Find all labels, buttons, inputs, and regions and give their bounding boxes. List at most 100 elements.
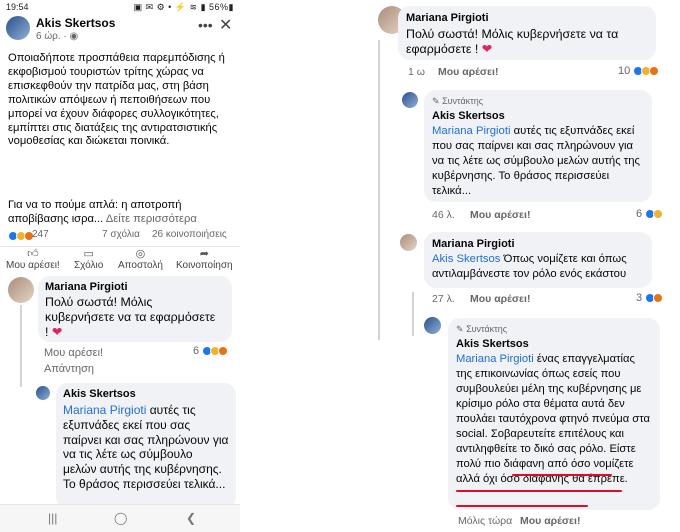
comment-button-label: Σχόλιο	[74, 260, 104, 271]
heart-icon: ❤	[481, 42, 493, 56]
author-badge: ✎ Συντάκτης	[456, 324, 652, 335]
mention-link[interactable]: Akis Skertsos	[432, 253, 500, 265]
reply-author[interactable]: Akis Skertsos	[432, 110, 644, 122]
comment-reaction-count[interactable]: 6	[193, 345, 229, 357]
comment-icon: ▭	[83, 248, 94, 260]
avatar[interactable]	[6, 16, 30, 40]
reply-text: Mariana Pirgioti αυτές τις εξυπνάδες εκε…	[432, 124, 644, 199]
comment-reaction-count-value: 10	[618, 65, 631, 77]
comment-text: Πολύ σωστά! Μόλις κυβερνήσετε να τα εφαρ…	[45, 295, 221, 339]
post-more-text: Για να το πούμε απλά: η αποτροπή αποβίβα…	[8, 198, 238, 226]
status-bar: 19:54 ▣ ✉ ⚙ • ⚡ ≋ ▮ 56%▮	[0, 0, 240, 14]
like-link-label: Μου αρέσει!	[470, 209, 531, 221]
angry-reaction-icon	[653, 293, 664, 304]
comment-reaction-count[interactable]: 10	[618, 65, 660, 77]
like-button[interactable]: 👍︎ Μου αρέσει!	[6, 248, 60, 272]
reply-text-body: ένας επαγγελματίας της επικοινωνίας όπως…	[456, 353, 650, 485]
comment-time: Μόλις τώρα	[458, 515, 513, 527]
home-icon[interactable]: ◯	[114, 511, 127, 525]
shares-count[interactable]: 26 κοινοποιήσεις	[152, 229, 227, 240]
send-button-label: Αποστολή	[118, 260, 163, 271]
angry-reaction-icon	[218, 346, 229, 357]
share-icon: ➦	[199, 248, 209, 260]
comment-reaction-count[interactable]: 6	[636, 208, 664, 220]
globe-icon: ◉	[69, 31, 79, 42]
highlight-underline	[512, 474, 612, 477]
comment-author[interactable]: Mariana Pirgioti	[406, 12, 648, 24]
avatar[interactable]	[400, 234, 417, 251]
highlight-underline	[456, 490, 622, 493]
like-link[interactable]: Μου αρέσει!	[438, 66, 498, 78]
pencil-icon: ✎	[432, 96, 440, 106]
comments-count[interactable]: 7 σχόλια	[102, 229, 140, 240]
reactions-count[interactable]: 247	[32, 229, 49, 240]
like-link[interactable]: Μου αρέσει!	[470, 293, 530, 305]
reaction-icons[interactable]	[8, 231, 34, 242]
post-time: 6 ώρ. · ◉	[36, 31, 78, 42]
comment-text-body: Πολύ σωστά! Μόλις κυβερνήσετε να τα εφαρ…	[45, 295, 216, 339]
like-link-label: Μου αρέσει!	[438, 66, 499, 78]
send-button[interactable]: ◎ Αποστολή	[118, 248, 163, 272]
like-link-label: Μου αρέσει!	[520, 515, 581, 527]
post-author[interactable]: Akis Skertsos	[36, 16, 115, 30]
heart-icon: ❤	[51, 324, 63, 339]
android-nav-bar: ||| ◯ ❮	[0, 504, 240, 532]
share-button-label: Κοινοποίηση	[176, 260, 233, 271]
like-link[interactable]: Μου αρέσει!	[520, 515, 580, 527]
post-body: Οποιαδήποτε προσπάθεια παρεμπόδισης ή εκ…	[8, 52, 225, 148]
reply-link[interactable]: Απάντηση	[44, 363, 94, 375]
post-header: Akis Skertsos 6 ώρ. · ◉ ••• ✕	[0, 14, 240, 42]
reply-bubble: Mariana Pirgioti Akis Skertsos Όπως νομί…	[424, 232, 652, 288]
action-bar: 👍︎ Μου αρέσει! ▭ Σχόλιο ◎ Αποστολή ➦ Κοι…	[0, 246, 240, 272]
comment-bubble: Mariana Pirgioti Πολύ σωστά! Μόλις κυβερ…	[398, 6, 656, 60]
like-link[interactable]: Μου αρέσει!	[44, 347, 103, 359]
comment-time: 46 λ.	[432, 209, 455, 221]
close-icon[interactable]: ✕	[219, 15, 232, 35]
author-badge: ✎ Συντάκτης	[432, 96, 644, 107]
mention-link[interactable]: Mariana Pirgioti	[432, 125, 510, 137]
status-time: 19:54	[6, 2, 29, 12]
avatar[interactable]	[402, 92, 418, 108]
reply-bubble: ✎ Συντάκτης Akis Skertsos Mariana Pirgio…	[424, 90, 652, 202]
more-options-icon[interactable]: •••	[198, 17, 213, 33]
avatar[interactable]	[36, 386, 50, 400]
like-link[interactable]: Μου αρέσει!	[470, 209, 530, 221]
author-badge-label: Συντάκτης	[466, 324, 508, 334]
post-time-label: 6 ώρ. ·	[36, 31, 70, 42]
reply-author[interactable]: Akis Skertsos	[456, 338, 652, 350]
share-button[interactable]: ➦ Κοινοποίηση	[176, 248, 233, 272]
comment-reaction-count-value: 6	[193, 345, 200, 357]
thread-line	[412, 292, 414, 336]
mention-link[interactable]: Mariana Pirgioti	[63, 403, 146, 417]
reply-author[interactable]: Akis Skertsos	[63, 388, 229, 400]
comment-time: 1 ω	[408, 66, 425, 78]
avatar[interactable]	[424, 317, 441, 334]
reply-bubble: ✎ Συντάκτης Akis Skertsos Mariana Pirgio…	[448, 318, 660, 510]
angry-reaction-icon	[649, 66, 660, 77]
reactions-row: 247 7 σχόλια 26 κοινοποιήσεις	[6, 228, 238, 244]
see-more-link[interactable]: Δείτε περισσότερα	[103, 213, 197, 225]
reply-bubble: Akis Skertsos Mariana Pirgioti αυτές τις…	[56, 383, 236, 509]
pencil-icon: ✎	[456, 324, 464, 334]
avatar[interactable]	[8, 277, 34, 303]
recent-apps-icon[interactable]: |||	[48, 511, 57, 525]
reply-author[interactable]: Mariana Pirgioti	[432, 238, 644, 250]
comment-time: 27 λ.	[432, 293, 455, 305]
back-icon[interactable]: ❮	[186, 511, 196, 525]
messenger-icon: ◎	[135, 248, 146, 260]
comment-bubble: Mariana Pirgioti Πολύ σωστά! Μόλις κυβερ…	[38, 276, 232, 342]
mention-link[interactable]: Mariana Pirgioti	[456, 353, 534, 365]
comment-reaction-count-value: 6	[636, 208, 643, 220]
comment-text: Πολύ σωστά! Μόλις κυβερνήσετε να τα εφαρ…	[406, 27, 648, 57]
comment-button[interactable]: ▭ Σχόλιο	[74, 248, 104, 272]
comment-reaction-count-value: 3	[636, 292, 643, 304]
like-button-label: Μου αρέσει!	[6, 260, 60, 271]
comment-author[interactable]: Mariana Pirgioti	[45, 281, 225, 293]
thread-line	[20, 305, 22, 387]
author-badge-label: Συντάκτης	[442, 96, 484, 106]
comment-reaction-count[interactable]: 3	[636, 292, 664, 304]
thumbs-up-icon: 👍︎	[27, 248, 39, 260]
status-icons: ▣ ✉ ⚙ • ⚡ ≋ ▮ 56%▮	[133, 2, 234, 12]
thread-line	[378, 40, 380, 340]
reply-text: Mariana Pirgioti αυτές τις εξυπνάδες εκε…	[63, 403, 229, 492]
